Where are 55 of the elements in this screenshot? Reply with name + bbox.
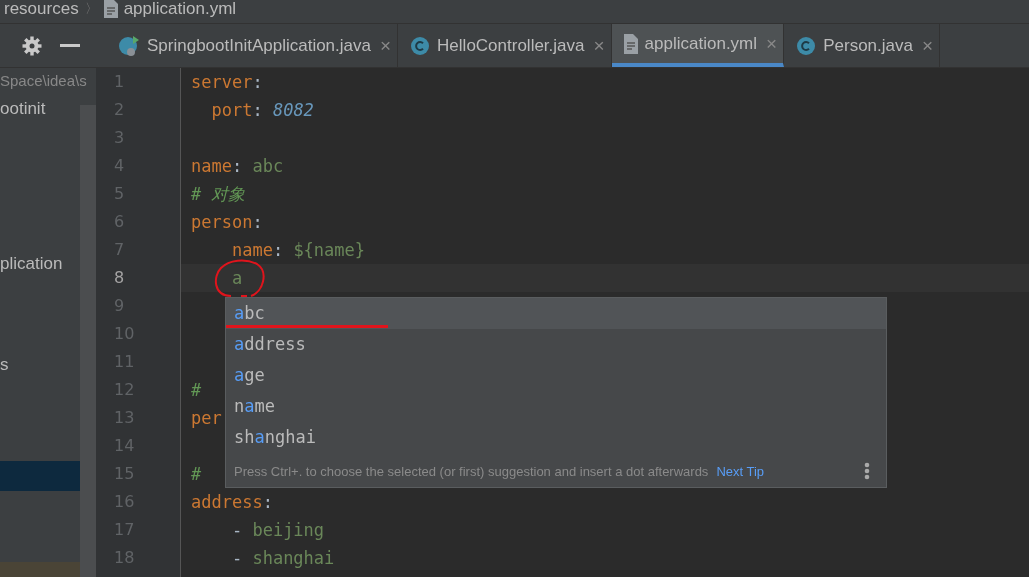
- code-token: beijing: [252, 520, 325, 540]
- completion-item[interactable]: name: [226, 391, 886, 422]
- code-token: :: [231, 156, 244, 176]
- completion-item[interactable]: shanghai: [226, 422, 886, 453]
- code-token: ${name}: [293, 240, 366, 260]
- tree-item[interactable]: s: [0, 350, 80, 380]
- code-token: port: [210, 100, 253, 120]
- line-number: 8: [113, 267, 126, 289]
- close-icon[interactable]: ×: [593, 34, 605, 57]
- breadcrumb-item[interactable]: resources: [4, 0, 79, 19]
- code-token: shanghai: [252, 548, 335, 568]
- completion-item[interactable]: age: [226, 360, 886, 391]
- editor-tab[interactable]: application.yml ×: [611, 24, 785, 67]
- code-token: a: [230, 268, 243, 288]
- code-token: person: [191, 212, 253, 232]
- code-token: abc: [252, 156, 284, 176]
- file-icon: [623, 33, 638, 54]
- editor-tab[interactable]: HelloController.java ×: [398, 24, 612, 67]
- tree-item[interactable]: ootinit: [0, 94, 80, 124]
- class-run-icon: [118, 34, 140, 57]
- code-token: -: [230, 548, 244, 568]
- code-token: -: [230, 520, 244, 540]
- class-icon: [410, 35, 431, 56]
- code-token: 8082: [272, 100, 314, 120]
- breadcrumb-item[interactable]: application.yml: [123, 0, 237, 19]
- code-token: :: [262, 492, 273, 512]
- code-token: address: [191, 492, 263, 512]
- more-icon[interactable]: [864, 462, 870, 480]
- class-icon: [796, 35, 817, 56]
- code-token: name: [191, 156, 232, 176]
- editor-tab[interactable]: SpringbootInitApplication.java ×: [106, 24, 399, 67]
- close-icon[interactable]: ×: [380, 34, 392, 57]
- code-token: :: [252, 212, 263, 232]
- code-token: server: [191, 72, 253, 92]
- minimize-icon[interactable]: [60, 43, 80, 48]
- completion-hint: Press Ctrl+. to choose the selected (or first) suggestion and insert a dot afterwards: [234, 463, 709, 479]
- tree-item[interactable]: plication: [0, 249, 80, 279]
- code-token: #: [191, 380, 202, 400]
- code-token: # 对象: [191, 184, 246, 204]
- code-token: #: [191, 464, 202, 484]
- next-tip-link[interactable]: Next Tip: [716, 463, 765, 479]
- settings-icon[interactable]: [22, 35, 42, 56]
- breadcrumb-separator: 〉: [84, 0, 98, 18]
- close-icon[interactable]: ×: [921, 34, 934, 57]
- code-token: :: [252, 100, 264, 120]
- completion-item[interactable]: abc: [226, 298, 886, 329]
- editor-tab[interactable]: Person.java ×: [784, 24, 941, 67]
- code-token: per: [191, 408, 222, 428]
- code-token: :: [252, 72, 263, 92]
- scrollbar[interactable]: [80, 105, 96, 577]
- project-path: Space\idea\s: [0, 71, 88, 91]
- code-token: :: [272, 240, 285, 260]
- completion-item[interactable]: address: [226, 329, 886, 360]
- file-icon: [103, 0, 118, 18]
- code-token: name: [230, 240, 273, 260]
